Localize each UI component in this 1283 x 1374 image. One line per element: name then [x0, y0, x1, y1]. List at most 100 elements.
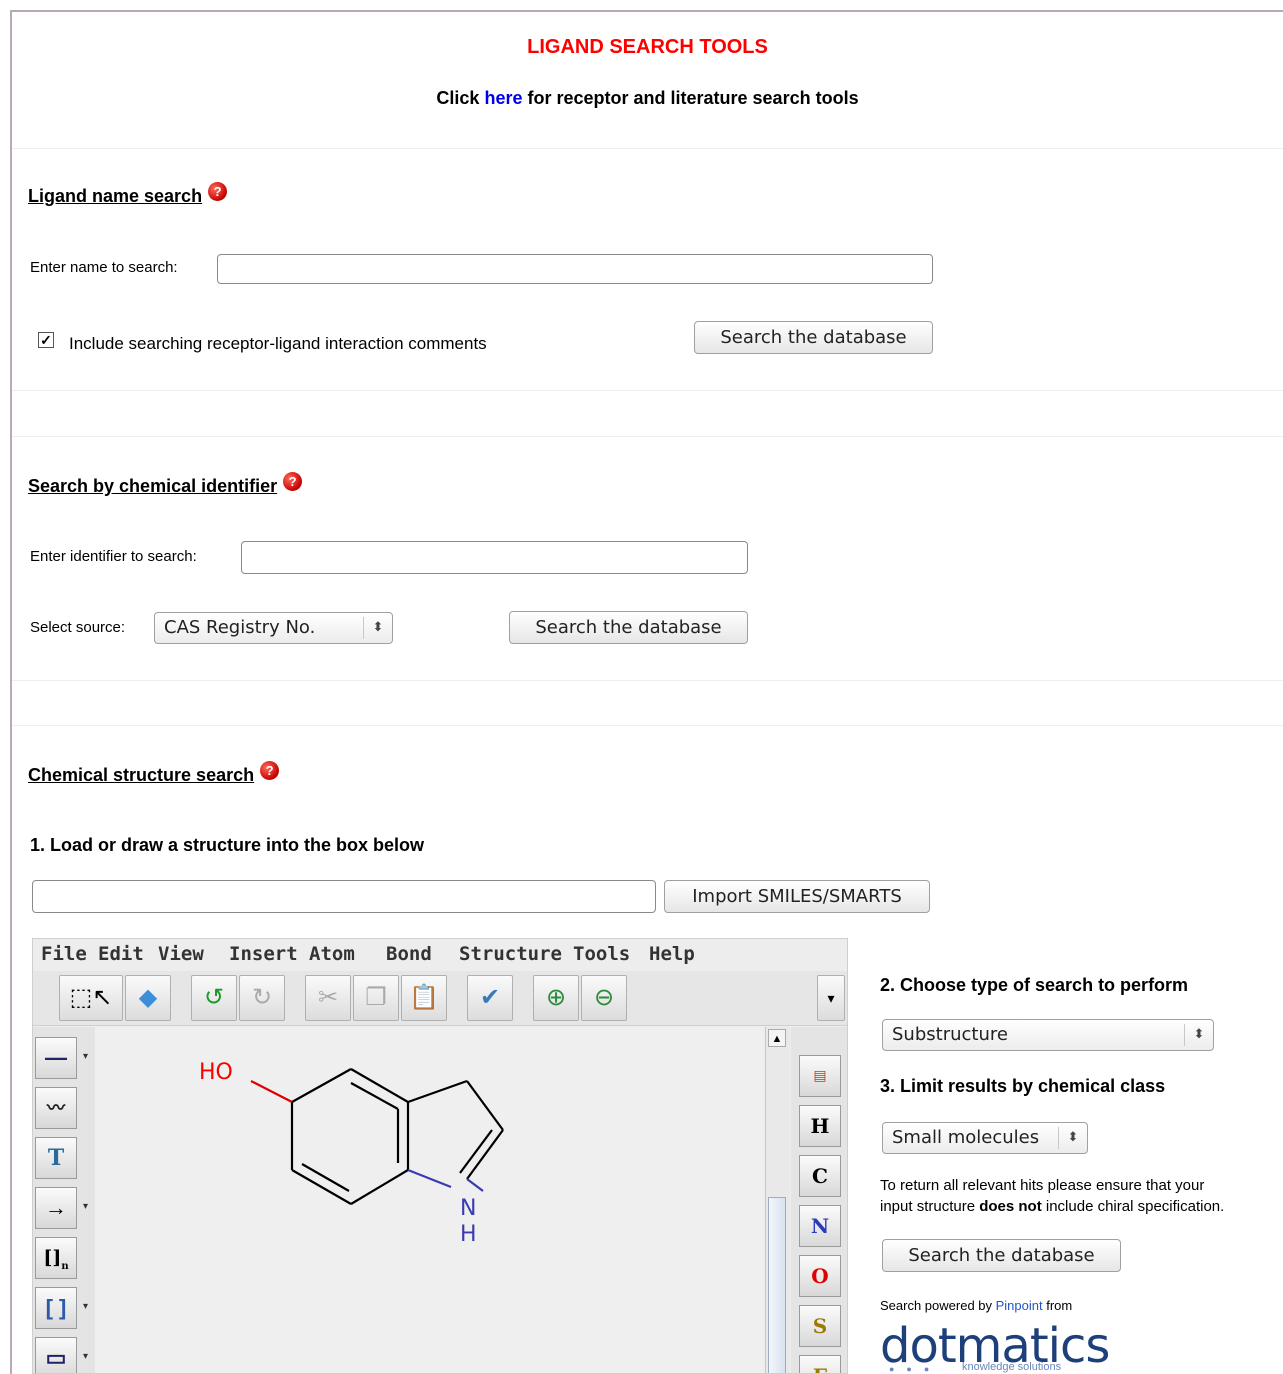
source-select-value: CAS Registry No. — [164, 617, 316, 638]
dropdown-arrow-icon[interactable]: ▾ — [83, 1201, 88, 1212]
left-toolbox: — ▾ 〰 T → ▾ []n [ ] ▾ ▭ ▾ — [33, 1027, 95, 1373]
bond — [291, 1068, 352, 1103]
search-type-value: Substructure — [892, 1024, 1008, 1045]
atom-f-button[interactable]: F — [799, 1355, 841, 1373]
name-search-label: Enter name to search: — [30, 259, 178, 276]
shape-tool-icon[interactable]: ▭ — [35, 1337, 77, 1373]
menu-bond[interactable]: Bond — [386, 943, 432, 965]
structure-search-heading: Chemical structure search? — [28, 761, 280, 786]
select-tool-icon[interactable]: ⬚↖ — [59, 975, 123, 1021]
chiral-note-line2: input structure does not include chiral … — [880, 1196, 1280, 1217]
menu-insert[interactable]: Insert — [229, 943, 298, 965]
atom-h-button[interactable]: H — [799, 1105, 841, 1147]
zoom-in-icon[interactable]: ⊕ — [533, 975, 579, 1021]
atom-n-button[interactable]: N — [799, 1205, 841, 1247]
divider — [12, 436, 1283, 437]
zoom-out-icon[interactable]: ⊖ — [581, 975, 627, 1021]
heading-text: Chemical structure search — [28, 765, 255, 785]
bond — [407, 1168, 452, 1189]
subtitle-prefix: Click — [436, 88, 485, 108]
note-text: include chiral specification. — [1041, 1198, 1225, 1215]
menu-file[interactable]: File — [41, 943, 87, 965]
clean-structure-icon[interactable]: ✔ — [467, 975, 513, 1021]
sgroup-tool-icon[interactable]: []n — [35, 1237, 77, 1279]
molecule-structure: HO N H — [199, 1060, 504, 1247]
sgroup-brackets: [] — [43, 1247, 62, 1269]
divider — [12, 148, 1283, 149]
dropdown-arrow-icon[interactable]: ▾ — [83, 1301, 88, 1312]
menu-edit[interactable]: Edit — [98, 943, 144, 965]
drawing-canvas[interactable]: HO N H — [95, 1027, 763, 1373]
vertical-scrollbar[interactable]: ▲ — [765, 1027, 790, 1373]
redo-icon[interactable]: ↻ — [239, 975, 285, 1021]
help-icon[interactable]: ? — [260, 761, 280, 780]
bond — [301, 1163, 350, 1192]
hydroxyl-label: HO — [199, 1060, 233, 1085]
structure-search-button[interactable]: Search the database — [882, 1239, 1121, 1272]
menu-atom[interactable]: Atom — [309, 943, 355, 965]
paste-icon[interactable]: 📋 — [401, 975, 447, 1021]
source-select[interactable]: CAS Registry No. ⬍ — [154, 612, 393, 644]
menu-view[interactable]: View — [158, 943, 204, 965]
chemical-class-select[interactable]: Small molecules ⬍ — [882, 1122, 1088, 1154]
scrollbar-thumb[interactable] — [768, 1197, 786, 1373]
name-search-button[interactable]: Search the database — [694, 321, 933, 354]
help-icon[interactable]: ? — [283, 472, 303, 491]
toolbar-overflow-icon[interactable]: ▾ — [817, 975, 845, 1021]
powered-by-text: Search powered by Pinpoint from — [880, 1298, 1072, 1313]
ligand-name-search-heading: Ligand name search? — [28, 182, 228, 207]
bond — [350, 1068, 409, 1103]
heading-text: Ligand name search — [28, 186, 203, 206]
identifier-search-button[interactable]: Search the database — [509, 611, 748, 644]
nitrogen-label: N — [460, 1196, 476, 1221]
bond — [466, 1080, 504, 1131]
smiles-input[interactable] — [32, 880, 656, 913]
arrow-tool-icon[interactable]: → — [35, 1187, 77, 1229]
text-tool-icon[interactable]: T — [35, 1137, 77, 1179]
divider — [12, 390, 1283, 391]
copy-icon[interactable]: ❐ — [353, 975, 399, 1021]
eraser-icon[interactable]: ◆ — [125, 975, 171, 1021]
menu-structure[interactable]: Structure — [459, 943, 562, 965]
search-type-select[interactable]: Substructure ⬍ — [882, 1019, 1214, 1051]
include-comments-checkbox[interactable]: ✓ — [38, 332, 54, 348]
chain-tool-icon[interactable]: 〰 — [35, 1087, 77, 1129]
bracket-tool-icon[interactable]: [ ] — [35, 1287, 77, 1329]
divider — [12, 680, 1283, 681]
divider — [12, 725, 1283, 726]
dropdown-arrow-icon[interactable]: ▾ — [83, 1351, 88, 1362]
structure-editor[interactable]: File Edit View Insert Atom Bond Structur… — [32, 938, 848, 1374]
identifier-search-input[interactable] — [241, 541, 748, 574]
import-smiles-button[interactable]: Import SMILES/SMARTS — [664, 880, 930, 913]
pinpoint-link[interactable]: Pinpoint — [996, 1298, 1043, 1313]
undo-icon[interactable]: ↺ — [191, 975, 237, 1021]
menu-help[interactable]: Help — [649, 943, 695, 965]
single-bond-tool-icon[interactable]: — — [35, 1037, 77, 1079]
atom-c-button[interactable]: C — [799, 1155, 841, 1197]
scroll-up-icon[interactable]: ▲ — [768, 1029, 786, 1047]
sgroup-subscript: n — [61, 1260, 69, 1272]
heading-text: Search by chemical identifier — [28, 476, 278, 496]
select-source-label: Select source: — [30, 619, 126, 636]
molecule-bonds — [290, 1068, 504, 1205]
atom-s-button[interactable]: S — [799, 1305, 841, 1347]
dropdown-arrow-icon[interactable]: ▾ — [83, 1051, 88, 1062]
chiral-note: To return all relevant hits please ensur… — [880, 1175, 1280, 1217]
name-search-input[interactable] — [217, 254, 933, 284]
select-arrows-icon: ⬍ — [1058, 1127, 1087, 1149]
page-subtitle: Click here for receptor and literature s… — [12, 88, 1283, 109]
help-icon[interactable]: ? — [208, 182, 228, 201]
step3-label: 3. Limit results by chemical class — [880, 1076, 1166, 1096]
atom-o-button[interactable]: O — [799, 1255, 841, 1297]
cut-icon[interactable]: ✂ — [305, 975, 351, 1021]
step2-label: 2. Choose type of search to perform — [880, 975, 1189, 995]
chemical-class-value: Small molecules — [892, 1127, 1040, 1148]
dotmatics-tagline: knowledge solutions — [962, 1361, 1062, 1373]
periodic-table-icon[interactable]: ▤ — [799, 1055, 841, 1097]
receptor-tools-link[interactable]: here — [484, 88, 522, 108]
editor-toolbar: ⬚↖ ◆ ↺ ↻ ✂ ❐ 📋 ✔ ⊕ ⊖ ▾ — [33, 971, 847, 1026]
identifier-search-heading: Search by chemical identifier? — [28, 472, 303, 497]
subtitle-suffix: for receptor and literature search tools — [522, 88, 859, 108]
bond — [407, 1079, 468, 1104]
menu-tools[interactable]: Tools — [573, 943, 630, 965]
